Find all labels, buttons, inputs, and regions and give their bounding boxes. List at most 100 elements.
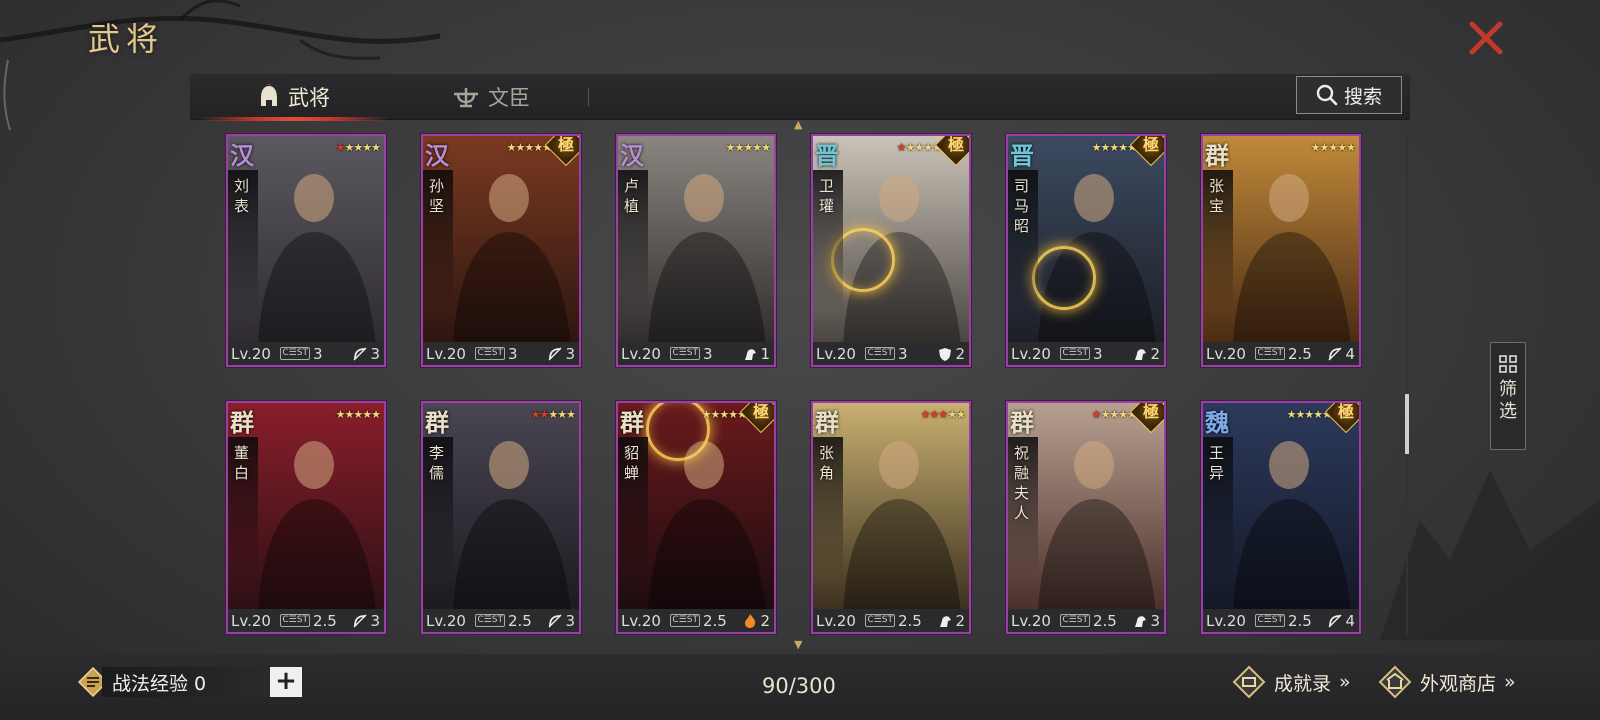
filter-button[interactable]: 筛选	[1490, 342, 1526, 450]
general-card[interactable]: 魏王异★★★★★極Lv.20C☰ST2.54	[1201, 401, 1361, 634]
card-footer: Lv.20 C☰ST 2.5 4	[1203, 342, 1359, 365]
general-level: Lv.20	[231, 344, 271, 363]
general-cost: 2.5	[702, 611, 727, 630]
general-card[interactable]: 晋司马昭★★★★★極Lv.20C☰ST32	[1006, 134, 1166, 367]
general-card[interactable]: 群张宝 ★★★★★ Lv.20 C☰ST 2.5 4	[1201, 134, 1361, 367]
general-card[interactable]: 汉卢植 ★★★★★ Lv.20 C☰ST 3 1	[616, 134, 776, 367]
general-cost: 3	[897, 344, 908, 363]
shield-icon	[939, 347, 952, 361]
card-footer: Lv.20 C☰ST 3 3	[423, 342, 579, 365]
rarity-star-icon: ★	[530, 408, 541, 421]
troop-type: 2	[937, 612, 965, 630]
bow-icon	[353, 614, 367, 627]
add-exp-button[interactable]: +	[270, 667, 302, 697]
general-name: 貂蝉	[624, 444, 640, 482]
troop-value: 2	[1150, 344, 1160, 363]
rarity-star-icon: ★	[548, 408, 558, 421]
troop-value: 4	[1345, 611, 1355, 630]
grid-filter-icon	[1499, 355, 1517, 373]
rarity-stars: ★★★★★	[1092, 408, 1137, 421]
rarity-star-icon: ★	[353, 408, 363, 421]
rarity-star-icon: ★	[701, 408, 712, 421]
troop-type: 2	[1132, 345, 1160, 363]
cost-icon: C☰ST	[475, 614, 505, 627]
general-name: 刘表	[234, 177, 250, 215]
general-level: Lv.20	[1011, 344, 1051, 363]
appearance-shop-link[interactable]: 外观商店 »	[1378, 664, 1516, 700]
page-title: 武将	[88, 20, 165, 58]
general-level: Lv.20	[816, 344, 856, 363]
general-card[interactable]: 汉刘表 ★★★★★ Lv.20 C☰ST 3 3	[226, 134, 386, 367]
rarity-star-icon: ★	[362, 141, 372, 154]
rarity-star-icon: ★	[1310, 141, 1321, 154]
rarity-star-icon: ★	[557, 408, 567, 421]
general-name: 张宝	[1209, 177, 1225, 215]
rarity-star-icon: ★	[335, 141, 346, 154]
rarity-star-icon: ★	[923, 141, 933, 154]
general-level: Lv.20	[426, 611, 466, 630]
cavalry-icon	[940, 615, 952, 627]
rarity-star-icon: ★	[1118, 408, 1128, 421]
achievement-scroll-icon	[1232, 665, 1266, 699]
cost-icon: C☰ST	[865, 614, 895, 627]
rarity-star-icon: ★	[938, 408, 948, 421]
faction-label: 群	[815, 408, 839, 437]
cost-icon: C☰ST	[865, 347, 895, 360]
faction-label: 晋	[1010, 141, 1034, 170]
scrollbar-track	[1406, 134, 1408, 634]
search-button[interactable]: 搜索	[1296, 76, 1402, 114]
achievements-link[interactable]: 成就录 »	[1232, 664, 1351, 700]
card-footer: Lv.20 C☰ST 2.5 3	[1008, 609, 1164, 632]
troop-type: 4	[1327, 345, 1355, 363]
general-level: Lv.20	[621, 611, 661, 630]
general-card[interactable]: 群祝融夫人★★★★★極Lv.20C☰ST2.53	[1006, 401, 1166, 634]
faction-label: 群	[1205, 141, 1229, 170]
card-footer: Lv.20 C☰ST 2.5 3	[228, 609, 384, 632]
helmet-icon	[261, 84, 277, 106]
bow-icon	[353, 347, 367, 360]
rarity-stars: ★★★★★	[1092, 141, 1137, 154]
rarity-star-icon: ★	[743, 141, 753, 154]
rarity-star-icon: ★	[362, 408, 372, 421]
card-footer: Lv.20 C☰ST 2.5 4	[1203, 609, 1359, 632]
rarity-stars: ★★★★★	[336, 408, 381, 421]
close-icon[interactable]	[1466, 18, 1506, 58]
tactic-exp-value: 战法经验 0	[102, 667, 270, 697]
rarity-stars: ★★★★★	[1310, 141, 1356, 154]
faction-label: 群	[230, 408, 254, 437]
rarity-star-icon: ★	[752, 141, 762, 154]
rarity-star-icon: ★	[524, 141, 534, 154]
rarity-star-icon: ★	[947, 408, 957, 421]
general-card[interactable]: 群张角 ★★★★★ Lv.20 C☰ST 2.5 2	[811, 401, 971, 634]
general-cost: 2.5	[312, 611, 337, 630]
card-footer: Lv.20 C☰ST 2.5 2	[813, 609, 969, 632]
general-cost: 2.5	[897, 611, 922, 630]
rarity-star-icon: ★	[1118, 141, 1128, 154]
general-name: 孙坚	[429, 177, 445, 215]
bow-icon	[548, 347, 562, 360]
rarity-star-icon: ★	[956, 408, 966, 421]
rarity-stars: ★★★★★	[530, 408, 576, 421]
faction-label: 晋	[815, 141, 839, 170]
general-card[interactable]: 群貂蝉★★★★★極Lv.20C☰ST2.52	[616, 401, 776, 634]
rarity-star-icon: ★	[1109, 141, 1119, 154]
troop-value: 2	[955, 344, 965, 363]
general-card[interactable]: 群董白 ★★★★★ Lv.20 C☰ST 2.5 3	[226, 401, 386, 634]
awakening-glow-ring	[1032, 246, 1096, 310]
cost-icon: C☰ST	[475, 347, 505, 360]
tactic-exp-box: 战法经验 0 +	[78, 665, 304, 699]
scrollbar-thumb[interactable]	[1405, 394, 1409, 454]
general-level: Lv.20	[816, 611, 856, 630]
general-card[interactable]: 汉孙坚★★★★★極Lv.20C☰ST33	[421, 134, 581, 367]
scroll-up-arrow[interactable]: ▲	[794, 118, 802, 131]
general-cost: 3	[312, 344, 323, 363]
tab-ministers[interactable]: 文臣	[452, 74, 530, 120]
general-name: 司马昭	[1014, 177, 1030, 235]
scroll-down-arrow[interactable]: ▼	[794, 638, 802, 651]
general-name: 李儒	[429, 444, 445, 482]
rarity-star-icon: ★	[1337, 141, 1347, 154]
cavalry-icon	[745, 348, 757, 360]
tab-generals[interactable]: 武将	[198, 74, 390, 121]
general-card[interactable]: 群李儒 ★★★★★ Lv.20 C☰ST 2.5 3	[421, 401, 581, 634]
general-card[interactable]: 晋卫瓘★★★★★極Lv.20C☰ST32	[811, 134, 971, 367]
